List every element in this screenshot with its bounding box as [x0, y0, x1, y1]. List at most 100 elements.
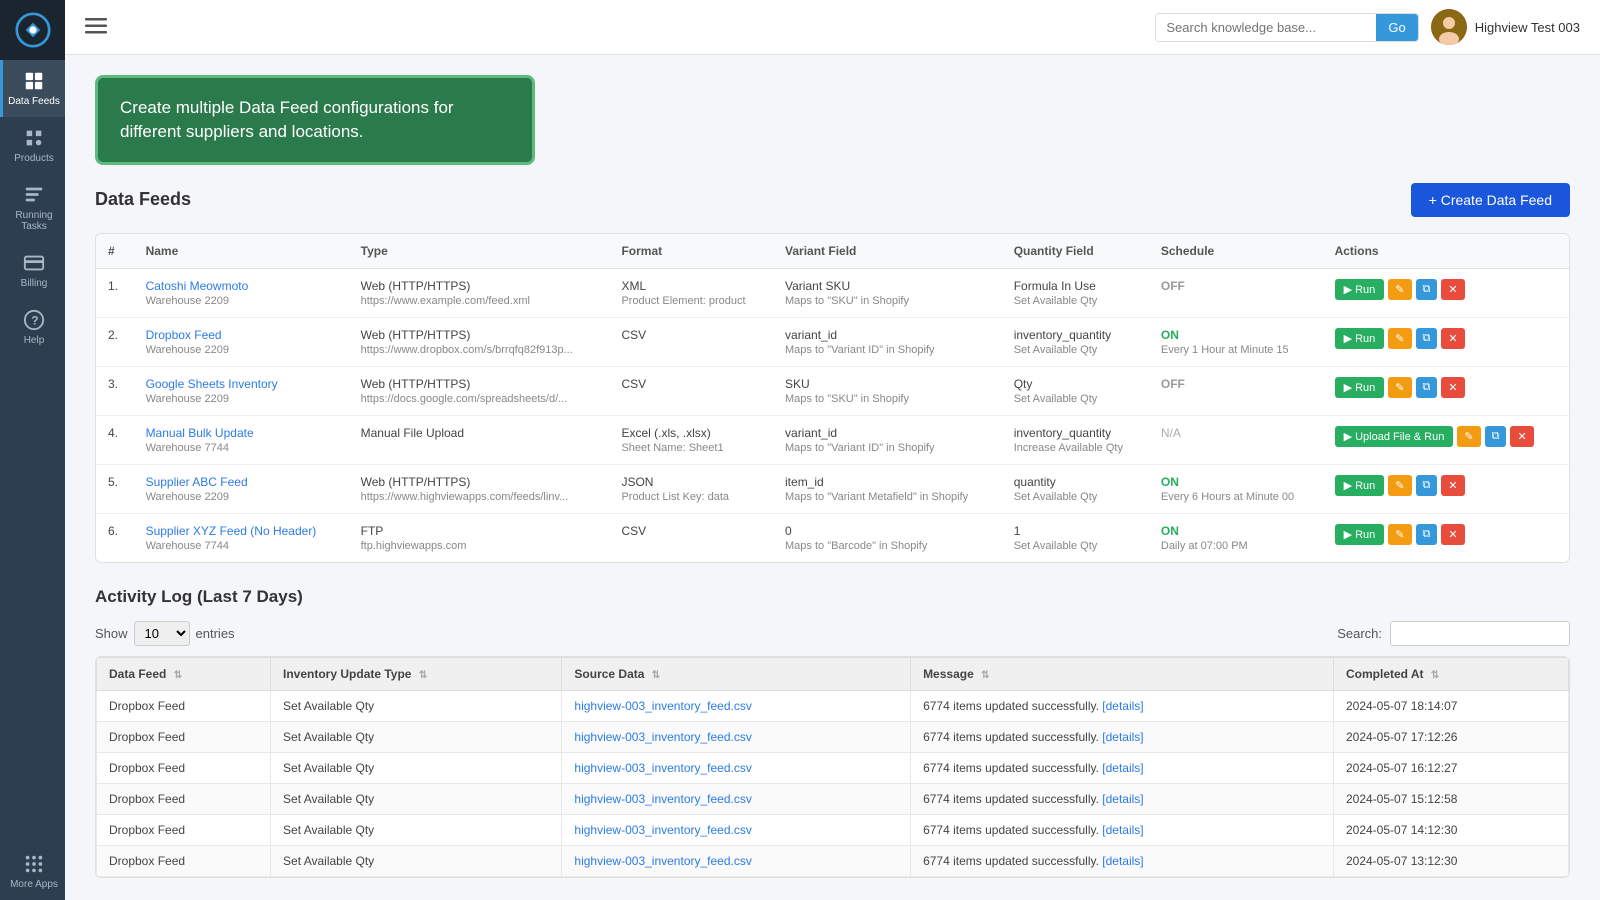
details-link[interactable]: [details] — [1102, 792, 1143, 806]
row-actions: ▶ Run ✎ ⧉ ✕ — [1323, 513, 1569, 562]
sidebar-logo[interactable] — [0, 0, 65, 60]
copy-button[interactable]: ⧉ — [1416, 279, 1438, 300]
details-link[interactable]: [details] — [1102, 854, 1143, 868]
details-link[interactable]: [details] — [1102, 761, 1143, 775]
edit-button[interactable]: ✎ — [1457, 426, 1480, 447]
sidebar-item-billing-label: Billing — [21, 278, 48, 289]
entries-select[interactable]: 102550100 — [134, 621, 190, 646]
feed-link[interactable]: Google Sheets Inventory — [146, 377, 278, 391]
col-schedule: Schedule — [1149, 234, 1323, 269]
sidebar-item-billing[interactable]: Billing — [0, 242, 65, 299]
delete-button[interactable]: ✕ — [1441, 524, 1464, 545]
feed-link[interactable]: Manual Bulk Update — [146, 426, 254, 440]
action-btns: ▶ Run ✎ ⧉ ✕ — [1335, 279, 1557, 300]
edit-button[interactable]: ✎ — [1388, 377, 1411, 398]
type-url: https://www.highviewapps.com/feeds/linv.… — [361, 491, 598, 503]
copy-button[interactable]: ⧉ — [1416, 328, 1438, 349]
user-badge[interactable]: Highview Test 003 — [1431, 9, 1580, 45]
col-variant: Variant Field — [773, 234, 1002, 269]
delete-button[interactable]: ✕ — [1510, 426, 1533, 447]
log-update-type: Set Available Qty — [271, 752, 562, 783]
log-message: 6774 items updated successfully. [detail… — [911, 752, 1334, 783]
edit-button[interactable]: ✎ — [1388, 279, 1411, 300]
type-url: https://docs.google.com/spreadsheets/d/.… — [361, 393, 598, 405]
feed-link[interactable]: Dropbox Feed — [146, 328, 222, 342]
user-name: Highview Test 003 — [1475, 20, 1580, 35]
log-col-header[interactable]: Data Feed ⇅ — [97, 657, 271, 690]
details-link[interactable]: [details] — [1102, 823, 1143, 837]
delete-button[interactable]: ✕ — [1441, 328, 1464, 349]
sort-icon: ⇅ — [1431, 670, 1439, 681]
delete-button[interactable]: ✕ — [1441, 475, 1464, 496]
hamburger-menu[interactable] — [85, 15, 107, 40]
copy-button[interactable]: ⧉ — [1485, 426, 1507, 447]
upload-run-button[interactable]: ▶ Upload File & Run — [1335, 426, 1454, 447]
log-completed-at: 2024-05-07 15:12:58 — [1333, 783, 1568, 814]
feed-link[interactable]: Supplier XYZ Feed (No Header) — [146, 524, 317, 538]
sidebar-item-more-apps[interactable]: More Apps — [0, 843, 65, 900]
row-format: JSON Product List Key: data — [609, 464, 773, 513]
edit-button[interactable]: ✎ — [1388, 328, 1411, 349]
source-data-link[interactable]: highview-003_inventory_feed.csv — [574, 854, 751, 868]
delete-button[interactable]: ✕ — [1441, 377, 1464, 398]
log-col-header[interactable]: Message ⇅ — [911, 657, 1334, 690]
edit-button[interactable]: ✎ — [1388, 524, 1411, 545]
details-link[interactable]: [details] — [1102, 730, 1143, 744]
search-input[interactable] — [1156, 14, 1376, 41]
sidebar-item-data-feeds[interactable]: Data Feeds — [0, 60, 65, 117]
copy-button[interactable]: ⧉ — [1416, 475, 1438, 496]
run-button[interactable]: ▶ Run — [1335, 475, 1385, 496]
format-sub: Product List Key: data — [621, 491, 761, 503]
row-num: 1. — [96, 268, 134, 317]
run-button[interactable]: ▶ Run — [1335, 377, 1385, 398]
source-data-link[interactable]: highview-003_inventory_feed.csv — [574, 792, 751, 806]
log-search-input[interactable] — [1390, 621, 1570, 646]
content-area: Create multiple Data Feed configurations… — [65, 55, 1600, 900]
table-row: 6. Supplier XYZ Feed (No Header) Warehou… — [96, 513, 1569, 562]
action-btns: ▶ Run ✎ ⧉ ✕ — [1335, 377, 1557, 398]
log-row: Dropbox Feed Set Available Qty highview-… — [97, 845, 1569, 876]
run-button[interactable]: ▶ Run — [1335, 279, 1385, 300]
copy-button[interactable]: ⧉ — [1416, 524, 1438, 545]
row-schedule: ONEvery 6 Hours at Minute 00 — [1149, 464, 1323, 513]
sidebar-item-products[interactable]: Products — [0, 117, 65, 174]
variant-sub: Maps to "SKU" in Shopify — [785, 295, 990, 307]
delete-button[interactable]: ✕ — [1441, 279, 1464, 300]
main-area: Go Highview Test 003 Create multiple Dat… — [65, 0, 1600, 900]
log-col-header[interactable]: Completed At ⇅ — [1333, 657, 1568, 690]
log-col-header[interactable]: Source Data ⇅ — [562, 657, 911, 690]
copy-button[interactable]: ⧉ — [1416, 377, 1438, 398]
feed-link[interactable]: Catoshi Meowmoto — [146, 279, 249, 293]
row-type: Web (HTTP/HTTPS) https://www.example.com… — [349, 268, 610, 317]
sidebar-item-running-tasks[interactable]: Running Tasks — [0, 174, 65, 242]
format-sub: Sheet Name: Sheet1 — [621, 442, 761, 454]
col-actions: Actions — [1323, 234, 1569, 269]
show-entries: Show 102550100 entries — [95, 621, 235, 646]
search-go-button[interactable]: Go — [1376, 14, 1417, 41]
log-data-feed: Dropbox Feed — [97, 814, 271, 845]
edit-button[interactable]: ✎ — [1388, 475, 1411, 496]
run-button[interactable]: ▶ Run — [1335, 524, 1385, 545]
row-qty: inventory_quantity Increase Available Qt… — [1002, 415, 1149, 464]
feed-link[interactable]: Supplier ABC Feed — [146, 475, 248, 489]
sidebar-item-help[interactable]: ? Help — [0, 299, 65, 356]
variant-sub: Maps to "SKU" in Shopify — [785, 393, 990, 405]
create-data-feed-button[interactable]: + Create Data Feed — [1411, 183, 1570, 217]
source-data-link[interactable]: highview-003_inventory_feed.csv — [574, 699, 751, 713]
log-col-header[interactable]: Inventory Update Type ⇅ — [271, 657, 562, 690]
log-data-feed: Dropbox Feed — [97, 783, 271, 814]
source-data-link[interactable]: highview-003_inventory_feed.csv — [574, 823, 751, 837]
log-row: Dropbox Feed Set Available Qty highview-… — [97, 783, 1569, 814]
sidebar: Data Feeds Products Running Tasks Billin… — [0, 0, 65, 900]
status-on: ON — [1161, 475, 1179, 489]
col-num: # — [96, 234, 134, 269]
source-data-link[interactable]: highview-003_inventory_feed.csv — [574, 761, 751, 775]
sidebar-item-running-tasks-label: Running Tasks — [8, 210, 60, 232]
col-type: Type — [349, 234, 610, 269]
col-name: Name — [134, 234, 349, 269]
run-button[interactable]: ▶ Run — [1335, 328, 1385, 349]
source-data-link[interactable]: highview-003_inventory_feed.csv — [574, 730, 751, 744]
schedule-sub: Every 1 Hour at Minute 15 — [1161, 344, 1311, 356]
log-data-feed: Dropbox Feed — [97, 690, 271, 721]
details-link[interactable]: [details] — [1102, 699, 1143, 713]
